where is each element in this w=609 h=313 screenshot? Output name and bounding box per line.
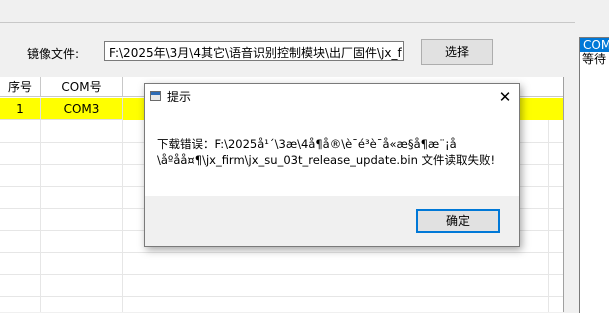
dialog-title-bar: 提示 ✕: [145, 84, 519, 110]
close-icon[interactable]: ✕: [495, 87, 515, 107]
grid-line: [0, 252, 563, 253]
log-panel[interactable]: COM 等待: [579, 37, 609, 313]
grid-line: [0, 274, 563, 275]
select-file-button[interactable]: 选择: [421, 39, 493, 65]
dialog-message-line: \åºåå¤¶\jx_firm\jx_su_03t_release_update…: [157, 153, 496, 167]
error-dialog: 提示 ✕ 下载错误：F:\2025å¹´\3æ\4å¶å®\è¯­é³è¯å«æ…: [144, 83, 520, 247]
grid-line: [40, 120, 41, 312]
window-icon: [150, 91, 161, 101]
ok-button[interactable]: 确定: [416, 209, 500, 233]
row-index-cell[interactable]: 1: [0, 98, 41, 120]
dialog-message: 下载错误：F:\2025å¹´\3æ\4å¶å®\è¯­é³è¯å«æ§å¶æ¨…: [157, 136, 509, 168]
image-file-label: 镜像文件:: [27, 47, 80, 61]
dialog-footer: 确定: [145, 196, 519, 246]
image-file-path-input[interactable]: F:\2025年\3月\4其它\语音识别控制模块\出厂固件\jx_f: [104, 41, 404, 61]
log-line[interactable]: 等待: [580, 52, 609, 66]
column-header-index[interactable]: 序号: [0, 77, 41, 97]
grid-line: [122, 120, 123, 312]
dialog-message-line: 下载错误：F:\2025å¹´\3æ\4å¶å®\è¯­é³è¯å«æ§å¶æ¨…: [157, 137, 457, 151]
top-toolbar-strip: [0, 0, 575, 23]
dialog-title: 提示: [167, 90, 192, 104]
row-com-cell[interactable]: COM3: [41, 98, 123, 120]
grid-line: [548, 120, 549, 312]
grid-line: [0, 296, 563, 297]
log-line-selected[interactable]: COM: [580, 38, 609, 52]
column-header-com[interactable]: COM号: [41, 77, 123, 97]
